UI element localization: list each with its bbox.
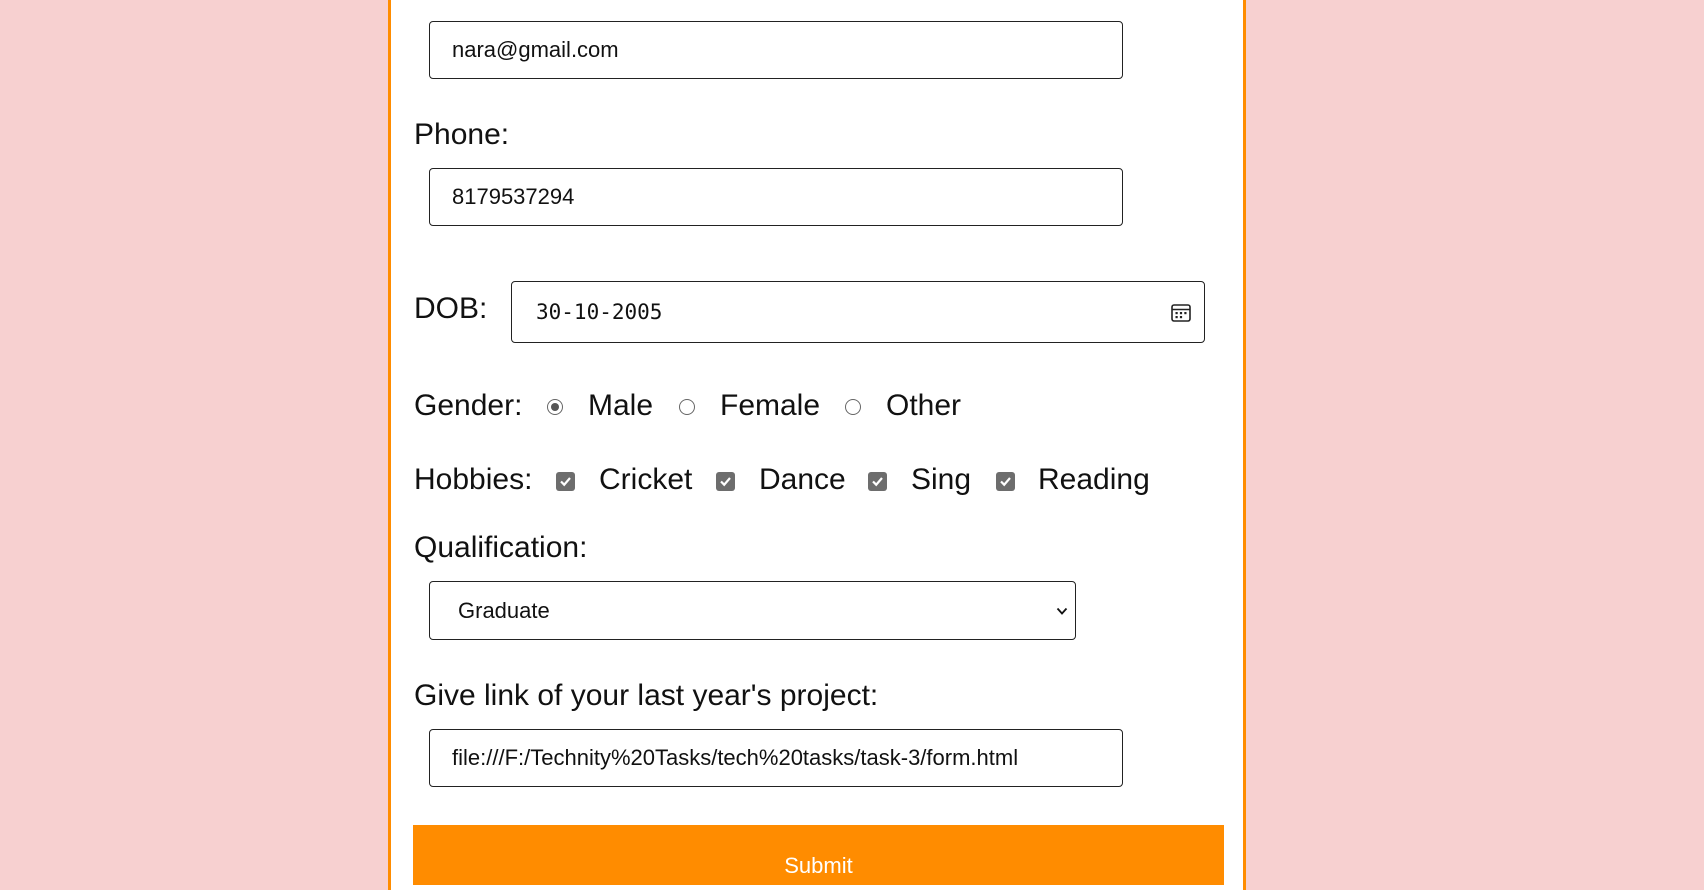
hobbies-label: Hobbies: [414, 463, 533, 496]
phone-field[interactable]: 8179537294 [429, 168, 1123, 226]
email-value: nara@gmail.com [452, 37, 619, 62]
dob-label: DOB: [414, 292, 488, 325]
checkmark-icon [720, 477, 731, 487]
gender-male-label: Male [588, 389, 654, 422]
hobby-reading-checkbox[interactable] [996, 472, 1015, 491]
hobby-sing-checkbox[interactable] [868, 472, 887, 491]
gender-other-radio[interactable] [845, 399, 861, 415]
submit-button[interactable]: Submit [413, 825, 1224, 885]
calendar-icon[interactable] [1170, 301, 1192, 323]
qualification-label: Qualification: [414, 531, 588, 564]
project-link-value: file:///F:/Technity%20Tasks/tech%20tasks… [452, 745, 1019, 770]
dob-value: 30-10-2005 [536, 300, 663, 324]
checkmark-icon [560, 477, 571, 487]
phone-label: Phone: [414, 118, 510, 151]
hobby-sing-label: Sing [911, 463, 972, 496]
email-field[interactable]: nara@gmail.com [429, 21, 1123, 79]
qualification-selected: Graduate [458, 597, 550, 623]
hobby-cricket-label: Cricket [599, 463, 693, 496]
project-link-label: Give link of your last year's project: [414, 679, 879, 712]
gender-other-label: Other [886, 389, 962, 422]
hobby-cricket-checkbox[interactable] [556, 472, 575, 491]
qualification-select[interactable]: Graduate [429, 581, 1076, 640]
checkmark-icon [1000, 477, 1011, 487]
gender-male-radio[interactable] [547, 399, 563, 415]
gender-female-label: Female [720, 389, 821, 422]
hobby-dance-label: Dance [759, 463, 846, 496]
hobby-reading-label: Reading [1038, 463, 1150, 496]
checkmark-icon [872, 477, 883, 487]
gender-female-radio[interactable] [679, 399, 695, 415]
dob-date-input[interactable]: 30-10-2005 [511, 281, 1205, 343]
project-link-field[interactable]: file:///F:/Technity%20Tasks/tech%20tasks… [429, 729, 1123, 787]
chevron-down-icon [1056, 607, 1068, 615]
hobby-dance-checkbox[interactable] [716, 472, 735, 491]
phone-value: 8179537294 [452, 184, 575, 209]
gender-label: Gender: [414, 389, 523, 422]
